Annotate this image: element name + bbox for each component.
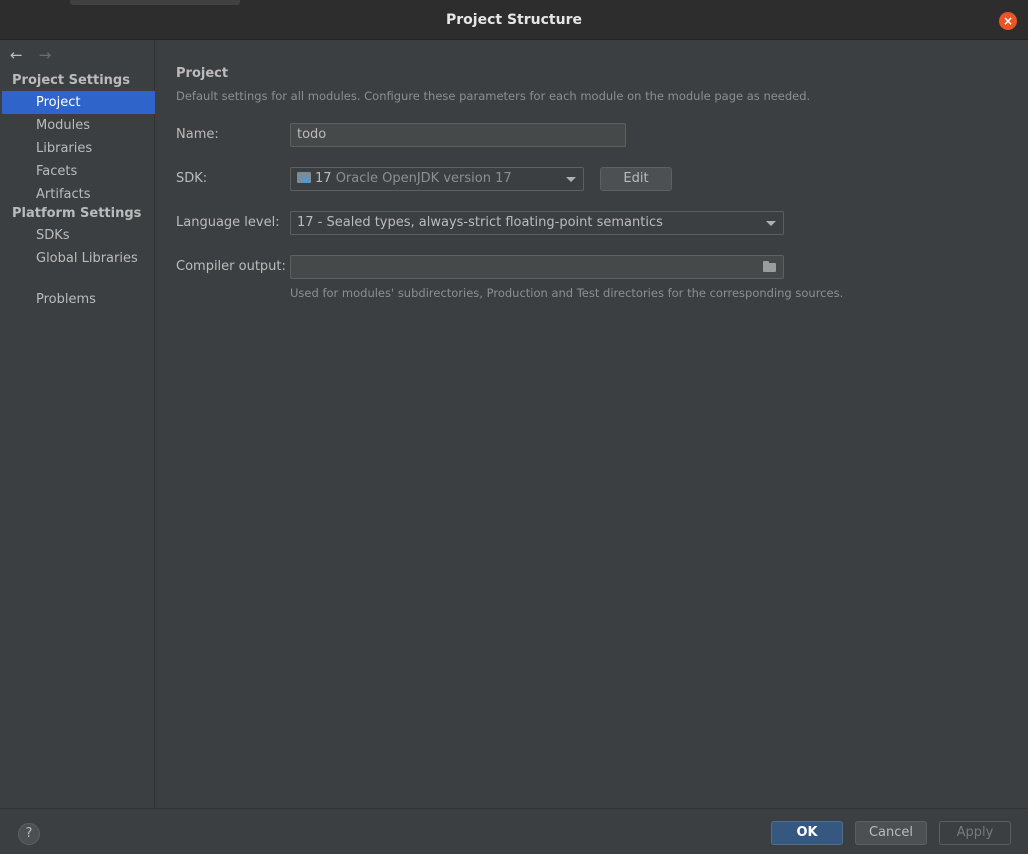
dialog-title: Project Structure	[446, 12, 582, 28]
sdk-version: 17	[315, 171, 332, 186]
dialog-footer: ? OK Cancel Apply	[0, 808, 1028, 854]
ok-button[interactable]: OK	[771, 821, 843, 845]
name-label: Name:	[176, 127, 219, 142]
title-bar: Project Structure ×	[0, 0, 1028, 40]
sidebar-item-libraries[interactable]: Libraries	[2, 137, 155, 160]
language-level-value: 17 - Sealed types, always-strict floatin…	[297, 215, 663, 230]
help-icon: ?	[25, 826, 33, 841]
edit-sdk-button[interactable]: Edit	[600, 167, 672, 191]
language-level-label: Language level:	[176, 215, 280, 230]
apply-button[interactable]: Apply	[939, 821, 1011, 845]
compiler-output-label: Compiler output:	[176, 259, 286, 274]
compiler-output-field[interactable]	[290, 255, 784, 279]
navigation-arrows: ← →	[10, 46, 63, 64]
browse-folder-icon[interactable]	[763, 261, 776, 272]
sidebar: ← → Project Settings Project Modules Lib…	[0, 40, 155, 808]
sdk-name: Oracle OpenJDK version 17	[335, 171, 512, 186]
sidebar-item-artifacts[interactable]: Artifacts	[2, 183, 155, 206]
language-level-dropdown[interactable]: 17 - Sealed types, always-strict floatin…	[290, 211, 784, 235]
background-editor-tab	[70, 0, 240, 5]
project-settings-panel: Project Default settings for all modules…	[156, 40, 1028, 808]
sidebar-item-modules[interactable]: Modules	[2, 114, 155, 137]
compiler-output-hint: Used for modules' subdirectories, Produc…	[290, 286, 844, 300]
help-button[interactable]: ?	[18, 823, 40, 845]
sidebar-item-project[interactable]: Project	[2, 91, 155, 114]
sidebar-item-sdks[interactable]: SDKs	[2, 224, 155, 247]
forward-arrow-icon[interactable]: →	[39, 46, 63, 64]
name-field[interactable]: todo	[290, 123, 626, 147]
sdk-label: SDK:	[176, 171, 208, 186]
group-header-project-settings: Project Settings	[12, 73, 130, 88]
group-header-platform-settings: Platform Settings	[12, 206, 142, 221]
sidebar-item-problems[interactable]: Problems	[2, 288, 155, 311]
chevron-down-icon	[766, 221, 776, 226]
sidebar-item-global-libraries[interactable]: Global Libraries	[2, 247, 155, 270]
chevron-down-icon	[566, 177, 576, 182]
sdk-dropdown[interactable]: 17 Oracle OpenJDK version 17	[290, 167, 584, 191]
folder-sdk-icon	[297, 172, 311, 183]
page-description: Default settings for all modules. Config…	[176, 89, 811, 103]
back-arrow-icon[interactable]: ←	[10, 46, 34, 64]
close-icon: ×	[1002, 14, 1014, 28]
close-button[interactable]: ×	[999, 12, 1017, 30]
cancel-button[interactable]: Cancel	[855, 821, 927, 845]
sidebar-item-facets[interactable]: Facets	[2, 160, 155, 183]
page-title: Project	[176, 66, 229, 81]
